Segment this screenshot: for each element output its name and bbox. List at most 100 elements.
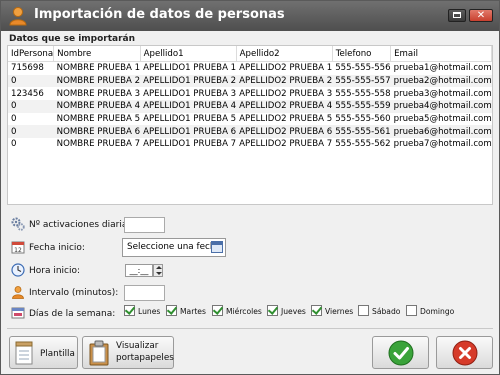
table-row[interactable]: 0 NOMBRE PRUEBA 2 APELLIDO1 PRUEBA 2 APE… (8, 74, 492, 88)
cell-nombre: NOMBRE PRUEBA 1 (56, 63, 141, 74)
start-date-label: Fecha inicio: (29, 243, 85, 253)
cell-nombre: NOMBRE PRUEBA 2 (53, 74, 141, 88)
cell-apellido1: APELLIDO1 PRUEBA 5 (143, 114, 237, 125)
time-spinner[interactable] (153, 264, 163, 277)
column-header-nombre[interactable]: Nombre (53, 46, 141, 62)
cell-apellido1: APELLIDO1 PRUEBA 6 (140, 125, 237, 139)
column-header-apellido1[interactable]: Apellido1 (140, 46, 237, 62)
activations-label: Nº activaciones diarias: (29, 220, 136, 230)
weekday-label-jueves: Jueves (281, 307, 306, 316)
cell-telefono: 555-555-558 (335, 88, 391, 99)
weekday-checkbox-martes[interactable] (166, 305, 177, 316)
weekday-checkbox-jueves[interactable] (267, 305, 278, 316)
cell-telefono: 555-555-559 (332, 100, 391, 113)
table-row[interactable]: 0 NOMBRE PRUEBA 7 APELLIDO1 PRUEBA 7 APE… (8, 138, 492, 151)
select-date-button[interactable]: Seleccione una fecha (122, 238, 226, 257)
cell-idpersona: 0 (11, 114, 17, 125)
cell-idpersona: 0 (8, 100, 54, 113)
table-row[interactable]: 0 NOMBRE PRUEBA 4 APELLIDO1 PRUEBA 4 APE… (8, 100, 492, 113)
cell-email: prueba7@hotmail.com (393, 139, 492, 150)
table-row[interactable]: 123456 NOMBRE PRUEBA 3 APELLIDO1 PRUEBA … (8, 87, 492, 100)
start-time-label: Hora inicio: (29, 266, 81, 276)
cell-apellido1: APELLIDO1 PRUEBA 1 (143, 63, 237, 74)
weekday-label-sabado: Sábado (372, 307, 401, 316)
cell-email: prueba3@hotmail.com (393, 88, 492, 99)
weekday-label-lunes: Lunes (138, 307, 161, 316)
cell-apellido2: APELLIDO2 PRUEBA 5 (239, 114, 333, 125)
cell-nombre: NOMBRE PRUEBA 3 (56, 88, 141, 99)
select-date-text: Seleccione una fecha (127, 242, 221, 252)
interval-input[interactable] (124, 285, 165, 301)
weekday-label-martes: Martes (180, 307, 206, 316)
column-header-idpersona[interactable]: IdPersona (8, 46, 55, 62)
weekday-checkbox-miercoles[interactable] (212, 305, 223, 316)
start-time-input[interactable]: __:__ (125, 264, 153, 277)
calendar-icon: 12 (11, 241, 25, 254)
cell-apellido2: APELLIDO2 PRUEBA 4 (236, 100, 333, 113)
cell-apellido2: APELLIDO2 PRUEBA 3 (239, 88, 333, 99)
start-time-value: __:__ (129, 266, 149, 275)
cell-apellido1: APELLIDO1 PRUEBA 3 (143, 88, 237, 99)
table-row[interactable]: 0 NOMBRE PRUEBA 5 APELLIDO1 PRUEBA 5 APE… (8, 113, 492, 126)
cell-idpersona: 715698 (11, 63, 44, 74)
cancel-x-icon (452, 340, 478, 366)
weekday-label-miercoles: Miércoles (226, 307, 262, 316)
cell-telefono: 555-555-557 (332, 74, 391, 88)
interval-label: Intervalo (minutos): (29, 288, 119, 298)
weekday-label-viernes: Viernes (325, 307, 354, 316)
cell-apellido1: APELLIDO1 PRUEBA 7 (143, 139, 237, 150)
view-clipboard-button[interactable]: Visualizar portapapeles (82, 336, 174, 369)
template-button[interactable]: Plantilla (9, 336, 78, 369)
view-clipboard-line1: Visualizar (116, 341, 159, 351)
cell-apellido1: APELLIDO1 PRUEBA 4 (140, 100, 237, 113)
week-calendar-icon (11, 307, 25, 319)
date-picker-icon (211, 241, 223, 253)
close-button[interactable]: ✕ (469, 9, 493, 22)
template-button-label: Plantilla (40, 349, 75, 359)
cell-apellido2: APELLIDO2 PRUEBA 2 (236, 74, 333, 88)
cell-idpersona: 0 (8, 74, 54, 88)
cell-telefono: 555-555-561 (332, 125, 391, 139)
import-window: Importación de datos de personas ✕ Datos… (0, 0, 500, 375)
close-icon: ✕ (476, 10, 486, 21)
cell-idpersona: 0 (11, 139, 17, 150)
restore-button[interactable] (448, 9, 466, 22)
cell-nombre: NOMBRE PRUEBA 4 (53, 100, 141, 113)
data-grid[interactable]: IdPersona Nombre Apellido1 Apellido2 Tel… (7, 45, 493, 205)
notepad-icon (15, 341, 33, 365)
svg-text:12: 12 (14, 247, 22, 254)
checkmark-icon (388, 340, 414, 366)
weekday-label-domingo: Domingo (420, 307, 455, 316)
weekday-checkbox-lunes[interactable] (124, 305, 135, 316)
cell-telefono: 555-555-556 (335, 63, 391, 74)
grid-header-row: IdPersona Nombre Apellido1 Apellido2 Tel… (8, 46, 493, 62)
cell-email: prueba2@hotmail.com (390, 74, 492, 88)
column-header-telefono[interactable]: Telefono (332, 46, 392, 62)
weekday-checkbox-sabado[interactable] (358, 305, 369, 316)
spin-down-icon[interactable] (156, 272, 162, 275)
cell-telefono: 555-555-562 (335, 139, 391, 150)
cancel-button[interactable] (436, 336, 493, 369)
table-row[interactable]: 0 NOMBRE PRUEBA 6 APELLIDO1 PRUEBA 6 APE… (8, 125, 492, 139)
weekdays-label: Días de la semana: (29, 309, 116, 319)
cell-nombre: NOMBRE PRUEBA 5 (56, 114, 141, 125)
activations-input[interactable] (124, 217, 165, 233)
title-bar[interactable]: Importación de datos de personas ✕ (1, 1, 499, 31)
cell-apellido2: APELLIDO2 PRUEBA 6 (236, 125, 333, 139)
window-title: Importación de datos de personas (34, 7, 285, 22)
table-row[interactable]: 715698 NOMBRE PRUEBA 1 APELLIDO1 PRUEBA … (8, 62, 492, 75)
column-header-apellido2[interactable]: Apellido2 (236, 46, 333, 62)
gears-icon (11, 217, 25, 231)
cell-nombre: NOMBRE PRUEBA 7 (56, 139, 141, 150)
person-icon (9, 7, 27, 26)
column-header-email[interactable]: Email (390, 46, 493, 62)
clock-icon (11, 263, 25, 277)
divider (7, 328, 493, 329)
spin-up-icon[interactable] (156, 266, 162, 269)
weekday-checkbox-domingo[interactable] (406, 305, 417, 316)
cell-email: prueba6@hotmail.com (390, 125, 492, 139)
cell-idpersona: 123456 (11, 88, 44, 99)
accept-button[interactable] (372, 336, 429, 369)
weekday-checkbox-viernes[interactable] (311, 305, 322, 316)
cell-email: prueba1@hotmail.com (393, 63, 492, 74)
